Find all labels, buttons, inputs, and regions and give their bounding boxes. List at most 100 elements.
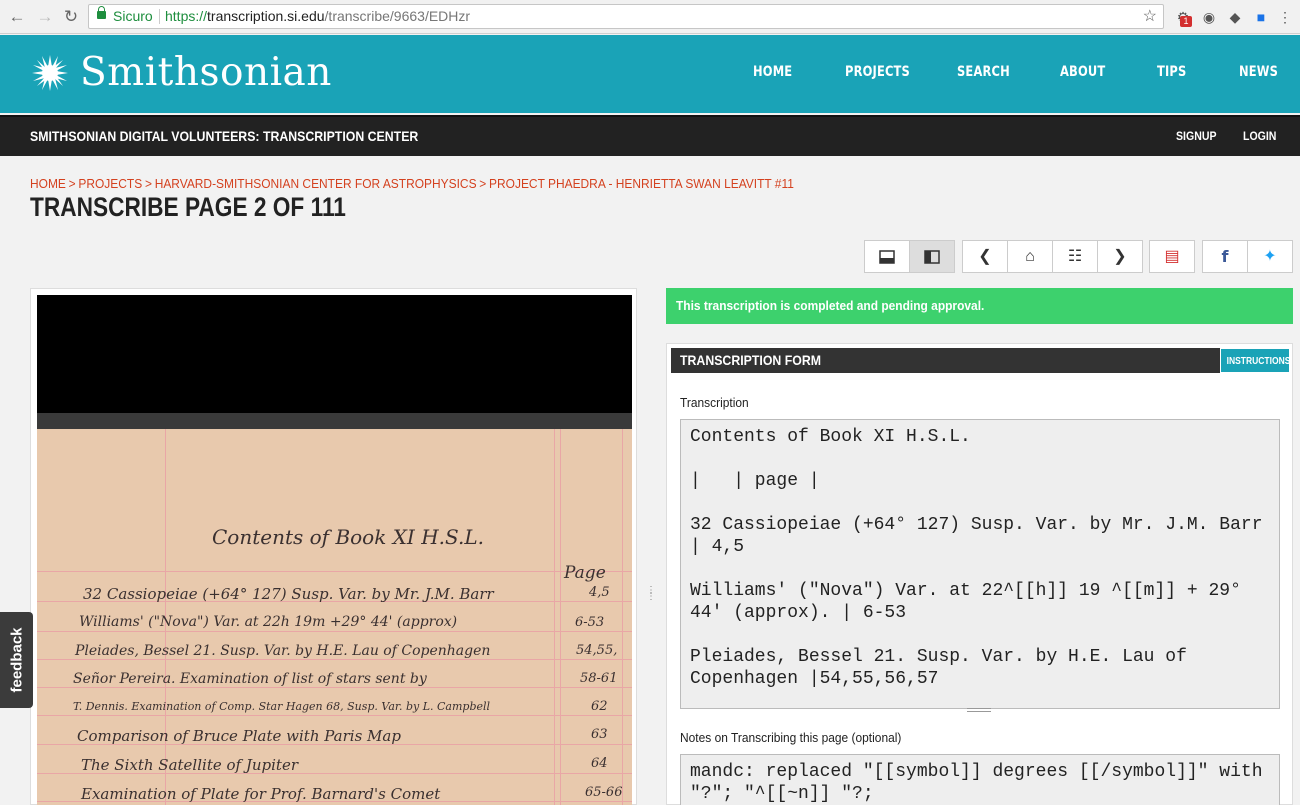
form-header: TRANSCRIPTION FORM — [671, 348, 1221, 373]
form-header-title: TRANSCRIPTION FORM — [680, 352, 821, 368]
ledger-rule — [37, 715, 632, 716]
pane-resize-handle[interactable]: ⋮ ⋮ — [646, 586, 656, 606]
menu-kebab-icon[interactable]: ⋮ — [1276, 8, 1294, 26]
url-host: transcription.si.edu — [207, 8, 325, 24]
transcription-label: Transcription — [680, 395, 749, 410]
manuscript-row-page: 6-53 — [575, 615, 605, 630]
manuscript-title: Contents of Book XI H.S.L. — [212, 525, 484, 549]
twitter-bird-icon: ✦ — [1263, 248, 1277, 265]
pages-icon: ☷ — [1067, 248, 1083, 265]
manuscript-row: Comparison of Bruce Plate with Paris Map — [77, 727, 401, 745]
breadcrumb: HOME > PROJECTS > HARVARD-SMITHSONIAN CENTER… — [30, 176, 794, 191]
page-image[interactable]: Contents of Book XI H.S.L. Page 32 Cassi… — [37, 295, 632, 805]
owl-extension-icon[interactable]: ◉ — [1200, 8, 1218, 26]
layout-vertical-button[interactable] — [909, 240, 955, 273]
instructions-button[interactable]: INSTRUCTIONS — [1220, 348, 1290, 373]
page-title: TRANSCRIBE PAGE 2 OF 111 — [30, 192, 346, 222]
reload-icon[interactable]: ↻ — [60, 6, 82, 28]
notes-label: Notes on Transcribing this page (optiona… — [680, 730, 902, 745]
lock-icon — [97, 6, 106, 19]
breadcrumb-separator: > — [479, 176, 487, 191]
facebook-share-button[interactable]: f — [1202, 240, 1248, 273]
feedback-tab[interactable]: feedback — [0, 612, 33, 708]
facebook-icon: f — [1221, 247, 1229, 266]
browser-toolbar: ← → ↻ Sicuro https://transcription.si.ed… — [0, 0, 1300, 34]
secure-label: Sicuro — [113, 8, 153, 24]
manuscript-row-page: 62 — [591, 699, 608, 714]
forward-arrow-icon[interactable]: → — [34, 6, 56, 28]
nav-about[interactable]: ABOUT — [1060, 64, 1105, 80]
scan-edge — [37, 413, 632, 429]
ledger-rule — [37, 687, 632, 688]
manuscript-row: 32 Cassiopeiae (+64° 127) Susp. Var. by … — [83, 585, 494, 603]
bookmark-extension-icon[interactable]: ■ — [1252, 8, 1270, 26]
transcription-textarea[interactable]: Contents of Book XI H.S.L. | | page | 32… — [680, 419, 1280, 709]
manuscript-row: The Sixth Satellite of Jupiter — [81, 756, 298, 774]
manuscript-row-page: 65-66 — [585, 785, 623, 800]
scan-border — [37, 295, 632, 413]
nav-home[interactable]: HOME — [753, 64, 792, 80]
nav-search[interactable]: SEARCH — [957, 64, 1010, 80]
breadcrumb-separator: > — [68, 176, 76, 191]
breadcrumb-separator: > — [144, 176, 152, 191]
textarea-resize-grip[interactable] — [967, 708, 991, 712]
manuscript-row-page: 58-61 — [580, 671, 618, 686]
url-text[interactable]: https://transcription.si.edu/transcribe/… — [165, 5, 470, 28]
smithsonian-sun-icon — [32, 55, 68, 91]
ledger-rule — [622, 429, 623, 805]
manuscript-row: Examination of Plate for Prof. Barnard's… — [81, 785, 441, 803]
nav-projects[interactable]: PROJECTS — [845, 64, 910, 80]
transcription-center-title[interactable]: SMITHSONIAN DIGITAL VOLUNTEERS: TRANSCRI… — [30, 128, 418, 144]
breadcrumb-home[interactable]: HOME — [30, 176, 66, 191]
ledger-rule — [554, 429, 555, 805]
signup-link[interactable]: SIGNUP — [1176, 129, 1216, 143]
pages-list-button[interactable]: ☷ — [1052, 240, 1098, 273]
feedback-label: feedback — [8, 627, 25, 693]
manuscript-row: Williams' ("Nova") Var. at 22h 19m +29° … — [79, 614, 458, 630]
transcription-form: TRANSCRIPTION FORM INSTRUCTIONS Transcri… — [666, 343, 1293, 805]
manuscript-row: T. Dennis. Examination of Comp. Star Hag… — [73, 700, 491, 713]
ledger-rule — [37, 659, 632, 660]
next-page-button[interactable]: ❯ — [1097, 240, 1143, 273]
manuscript-row: Señor Pereira. Examination of list of st… — [73, 671, 427, 687]
ledger-rule — [37, 631, 632, 632]
project-home-button[interactable]: ⌂ — [1007, 240, 1053, 273]
twitter-share-button[interactable]: ✦ — [1247, 240, 1293, 273]
site-header: Smithsonian HOME PROJECTS SEARCH ABOUT T… — [0, 35, 1300, 113]
previous-page-button[interactable]: ❮ — [962, 240, 1008, 273]
transcription-center-bar: SMITHSONIAN DIGITAL VOLUNTEERS: TRANSCRI… — [0, 115, 1300, 156]
url-path: /transcribe/9663/EDHzr — [324, 8, 471, 24]
login-link[interactable]: LOGIN — [1243, 129, 1276, 143]
address-bar[interactable]: Sicuro https://transcription.si.edu/tran… — [88, 4, 1164, 29]
dropbox-extension-icon[interactable]: ◆ — [1226, 8, 1244, 26]
pdf-button[interactable]: ▤ — [1149, 240, 1195, 273]
layout-vertical-icon — [924, 250, 940, 264]
status-banner: This transcription is completed and pend… — [666, 288, 1293, 324]
layout-horizontal-icon — [879, 250, 895, 264]
breadcrumb-project[interactable]: PROJECT PHAEDRA - HENRIETTA SWAN LEAVITT… — [489, 176, 794, 191]
manuscript-row-page: 63 — [591, 727, 608, 742]
instructions-label: INSTRUCTIONS — [1226, 356, 1291, 367]
back-arrow-icon[interactable]: ← — [6, 6, 28, 28]
ledger-rule — [560, 429, 561, 805]
breadcrumb-harvard[interactable]: HARVARD-SMITHSONIAN CENTER FOR ASTROPHYS… — [155, 176, 477, 191]
smithsonian-logo[interactable]: Smithsonian — [80, 50, 332, 95]
page-image-viewer[interactable]: Contents of Book XI H.S.L. Page 32 Cassi… — [30, 288, 637, 805]
ledger-rule — [37, 571, 632, 572]
manuscript-row-page: 4,5 — [589, 585, 610, 600]
extension-badge: 1 — [1180, 16, 1192, 27]
chevron-right-icon: ❯ — [1113, 248, 1127, 265]
bookmark-star-icon[interactable]: ☆ — [1143, 5, 1157, 28]
notes-textarea[interactable]: mandc: replaced "[[symbol]] degrees [[/s… — [680, 754, 1280, 805]
status-text: This transcription is completed and pend… — [676, 298, 985, 313]
home-icon: ⌂ — [1025, 248, 1035, 265]
manuscript-row: Pleiades, Bessel 21. Susp. Var. by H.E. … — [75, 643, 491, 659]
manuscript-row-page: 54,55, — [576, 643, 618, 658]
breadcrumb-projects[interactable]: PROJECTS — [78, 176, 142, 191]
manuscript-row-page: 64 — [591, 756, 608, 771]
chevron-left-icon: ❮ — [978, 248, 992, 265]
nav-tips[interactable]: TIPS — [1157, 64, 1186, 80]
nav-news[interactable]: NEWS — [1239, 64, 1278, 80]
manuscript-page-header: Page — [564, 563, 606, 583]
layout-horizontal-button[interactable] — [864, 240, 910, 273]
